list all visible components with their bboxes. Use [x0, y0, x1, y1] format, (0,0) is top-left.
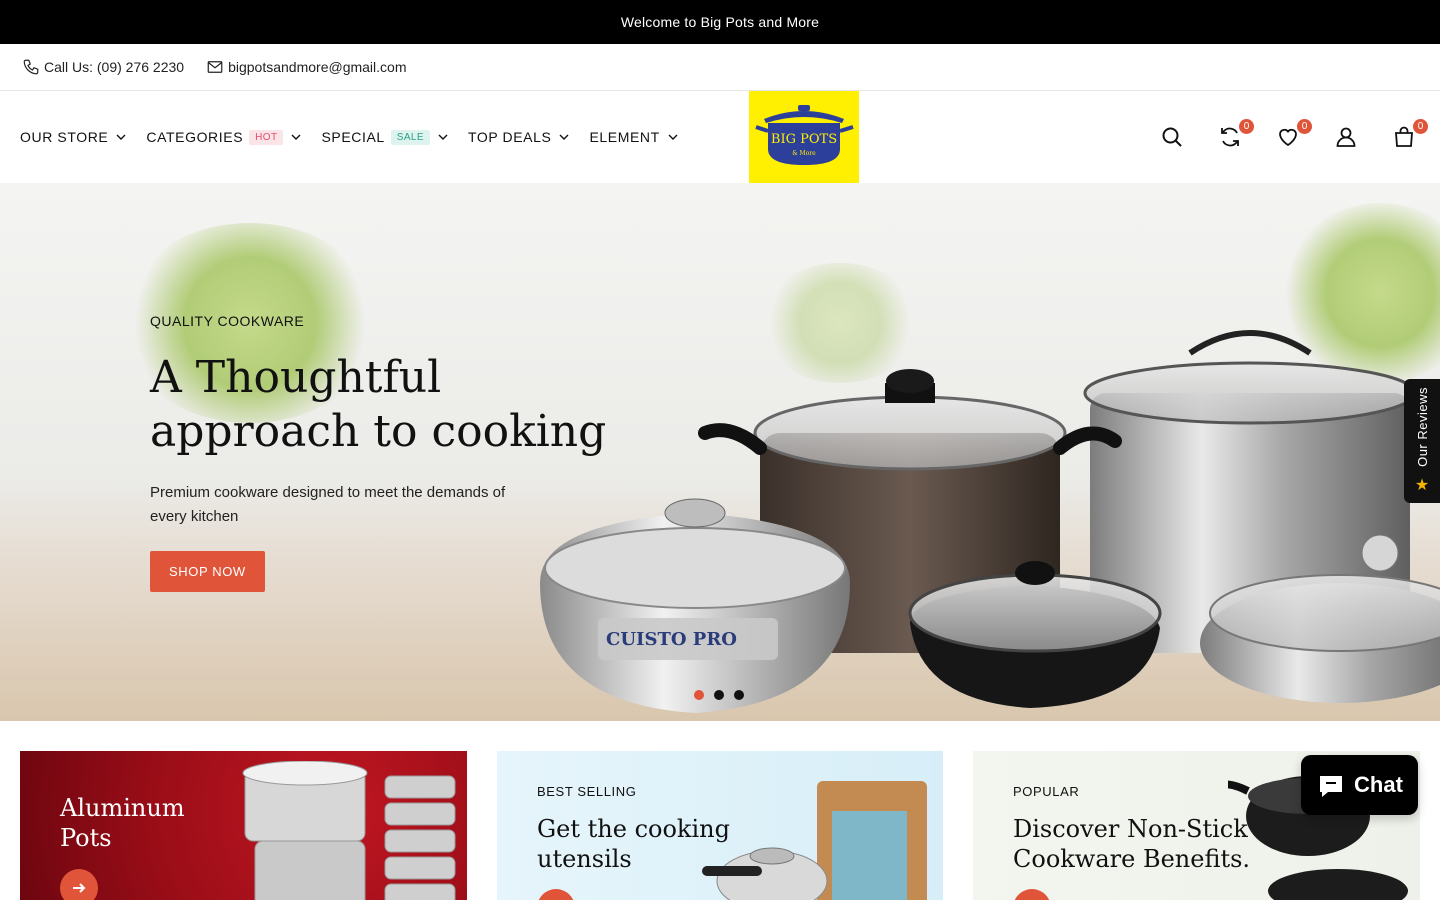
cart-count: 0 — [1413, 119, 1428, 134]
wishlist-count: 0 — [1297, 119, 1312, 134]
nav-label: OUR STORE — [20, 129, 109, 145]
reviews-tab-label: Our Reviews — [1414, 387, 1430, 467]
pot-logo-icon: BIG POTS & More — [755, 105, 854, 165]
phone-text: Call Us: (09) 276 2230 — [44, 59, 185, 75]
chevron-down-icon — [559, 134, 569, 140]
card-title: Aluminum Pots — [60, 794, 185, 852]
announcement-bar: Welcome to Big Pots and More — [0, 0, 1440, 44]
chevron-down-icon — [291, 134, 301, 140]
account-button[interactable] — [1330, 121, 1362, 153]
nav-label: SPECIAL — [321, 129, 385, 145]
hero-slider: CUISTO PRO QUALITY COOKWARE A Thoughtful… — [0, 183, 1440, 721]
user-icon — [1336, 127, 1356, 147]
chat-label: Chat — [1354, 772, 1403, 797]
email-link[interactable]: bigpotsandmore@gmail.com — [206, 58, 406, 76]
email-text: bigpotsandmore@gmail.com — [228, 59, 407, 75]
card-arrow-button[interactable] — [60, 869, 98, 900]
promo-cards: Aluminum Pots BEST SELLING Get the cooki… — [0, 751, 1440, 900]
arrow-right-icon — [73, 883, 86, 893]
slider-pagination — [694, 690, 744, 700]
slide-dot-2[interactable] — [714, 690, 724, 700]
slide-dot-3[interactable] — [734, 690, 744, 700]
promo-card-aluminum-pots[interactable]: Aluminum Pots — [20, 751, 467, 900]
card-arrow-button[interactable] — [1013, 889, 1051, 900]
chat-button[interactable]: Chat — [1301, 755, 1418, 815]
nav-element[interactable]: ELEMENT — [589, 129, 678, 145]
nav-categories[interactable]: CATEGORIES HOT — [146, 129, 301, 145]
chevron-down-icon — [438, 134, 448, 140]
product-brand-label: CUISTO PRO — [606, 629, 737, 650]
nav-our-store[interactable]: OUR STORE — [20, 129, 126, 145]
hero-content: QUALITY COOKWARE A Thoughtful approach t… — [150, 313, 610, 592]
card-title: Get the cooking utensils — [537, 815, 730, 873]
card-eyebrow: BEST SELLING — [537, 784, 637, 799]
hero-title-line1: A Thoughtful — [150, 352, 442, 403]
nav-label: ELEMENT — [589, 129, 660, 145]
phone-icon — [23, 59, 39, 75]
chevron-down-icon — [668, 134, 678, 140]
hot-badge: HOT — [249, 129, 284, 145]
cart-button[interactable]: 0 — [1388, 119, 1428, 153]
card-title: Discover Non-Stick Cookware Benefits. — [1013, 815, 1251, 873]
shop-now-button[interactable]: SHOP NOW — [150, 551, 265, 592]
slide-dot-1[interactable] — [694, 690, 704, 700]
nav-top-deals[interactable]: TOP DEALS — [468, 129, 569, 145]
hero-eyebrow: QUALITY COOKWARE — [150, 313, 305, 329]
main-nav: OUR STORE CATEGORIES HOT SPECIAL SALE TO… — [20, 91, 698, 183]
search-icon — [1162, 127, 1182, 147]
logo-subtext: & More — [792, 150, 816, 157]
aluminum-pots-image — [242, 761, 456, 900]
card-eyebrow: POPULAR — [1013, 784, 1080, 799]
star-icon: ★ — [1414, 477, 1430, 494]
site-logo[interactable]: BIG POTS & More — [749, 91, 859, 183]
mail-icon — [207, 61, 223, 73]
sale-badge: SALE — [390, 129, 430, 145]
logo-text: BIG POTS — [771, 132, 837, 147]
hero-title: A Thoughtful approach to cooking — [150, 351, 610, 459]
nav-label: TOP DEALS — [467, 129, 552, 145]
welcome-text: Welcome to Big Pots and More — [620, 14, 820, 30]
reviews-tab[interactable]: Our Reviews ★ — [1404, 379, 1440, 503]
phone-link[interactable]: Call Us: (09) 276 2230 — [22, 58, 184, 76]
chevron-down-icon — [116, 134, 126, 140]
promo-card-cooking-utensils[interactable]: BEST SELLING Get the cooking utensils — [497, 751, 943, 900]
nav-special[interactable]: SPECIAL SALE — [321, 129, 448, 145]
wishlist-button[interactable]: 0 — [1272, 119, 1312, 153]
contact-bar: Call Us: (09) 276 2230 bigpotsandmore@gm… — [0, 44, 1440, 91]
site-header: OUR STORE CATEGORIES HOT SPECIAL SALE TO… — [0, 91, 1440, 183]
chat-bubble-icon — [1320, 776, 1343, 797]
compare-button[interactable]: 0 — [1214, 119, 1254, 153]
cookware-product-image: CUISTO PRO — [540, 330, 1440, 713]
hero-subtitle: Premium cookware designed to meet the de… — [150, 484, 506, 525]
header-icons: 0 0 0 — [1156, 91, 1428, 183]
card-arrow-button[interactable] — [537, 889, 575, 900]
hero-title-line2: approach to cooking — [150, 406, 607, 457]
compare-count: 0 — [1239, 119, 1254, 134]
search-button[interactable] — [1156, 121, 1188, 153]
nav-label: CATEGORIES — [146, 129, 244, 145]
